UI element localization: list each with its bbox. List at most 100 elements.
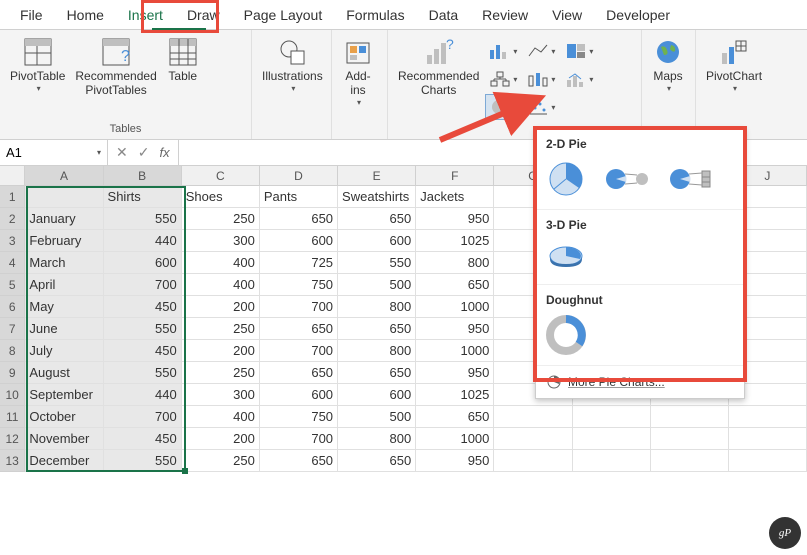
cell[interactable]: 1000 <box>416 428 494 450</box>
tab-formulas[interactable]: Formulas <box>334 2 416 29</box>
maps-button[interactable]: Maps ▾ <box>648 34 688 95</box>
statistic-chart-button[interactable]: ▾ <box>523 66 559 92</box>
cell[interactable] <box>729 428 807 450</box>
cell[interactable]: 650 <box>260 318 338 340</box>
tab-review[interactable]: Review <box>470 2 540 29</box>
cell[interactable] <box>729 406 807 428</box>
cell[interactable] <box>573 428 651 450</box>
cell[interactable]: 600 <box>104 252 182 274</box>
pie-2d-option[interactable] <box>546 159 586 199</box>
cell[interactable]: July <box>25 340 103 362</box>
cell[interactable]: 500 <box>338 274 416 296</box>
column-header[interactable]: F <box>416 166 494 186</box>
column-chart-button[interactable]: ▾ <box>485 38 521 64</box>
cell[interactable] <box>651 428 729 450</box>
cell[interactable]: 650 <box>338 208 416 230</box>
cell[interactable]: 800 <box>338 428 416 450</box>
cell[interactable]: 650 <box>416 406 494 428</box>
cell[interactable]: 700 <box>260 296 338 318</box>
cell[interactable]: 700 <box>104 274 182 296</box>
cell[interactable]: 550 <box>104 450 182 472</box>
cell[interactable]: Jackets <box>416 186 494 208</box>
column-header[interactable]: D <box>260 166 338 186</box>
cell[interactable]: April <box>25 274 103 296</box>
cell[interactable]: 600 <box>260 230 338 252</box>
cell[interactable]: 650 <box>338 318 416 340</box>
pie-3d-option[interactable] <box>546 240 586 274</box>
bar-of-pie-option[interactable] <box>668 161 714 197</box>
cell[interactable]: 1000 <box>416 296 494 318</box>
cell[interactable]: 550 <box>104 208 182 230</box>
cell[interactable]: 700 <box>260 428 338 450</box>
cell[interactable] <box>494 450 572 472</box>
row-header[interactable]: 2 <box>0 208 25 230</box>
cell[interactable]: 550 <box>104 318 182 340</box>
column-header[interactable]: C <box>182 166 260 186</box>
cell[interactable]: 200 <box>182 296 260 318</box>
recommended-charts-button[interactable]: ? Recommended Charts <box>394 34 483 100</box>
row-header[interactable]: 11 <box>0 406 25 428</box>
hierarchy-chart-button[interactable]: ▾ <box>485 66 521 92</box>
pivottable-button[interactable]: PivotTable ▾ <box>6 34 69 95</box>
cell[interactable]: January <box>25 208 103 230</box>
cell[interactable]: Sweatshirts <box>338 186 416 208</box>
column-header[interactable]: B <box>104 166 182 186</box>
fx-icon[interactable]: fx <box>159 145 169 160</box>
cell[interactable]: 450 <box>104 428 182 450</box>
cell[interactable]: 450 <box>104 296 182 318</box>
cell[interactable]: 700 <box>260 340 338 362</box>
cell[interactable]: 600 <box>338 230 416 252</box>
cell[interactable]: 725 <box>260 252 338 274</box>
cell[interactable]: 950 <box>416 450 494 472</box>
cell[interactable]: Shirts <box>104 186 182 208</box>
row-header[interactable]: 12 <box>0 428 25 450</box>
row-header[interactable]: 5 <box>0 274 25 296</box>
cell[interactable]: 300 <box>182 384 260 406</box>
chevron-down-icon[interactable]: ▾ <box>97 148 101 157</box>
row-header[interactable]: 7 <box>0 318 25 340</box>
cell[interactable]: 750 <box>260 406 338 428</box>
cell[interactable]: 700 <box>104 406 182 428</box>
row-header[interactable]: 4 <box>0 252 25 274</box>
cell[interactable]: 250 <box>182 318 260 340</box>
cell[interactable] <box>573 450 651 472</box>
treemap-chart-button[interactable]: ▾ <box>561 38 597 64</box>
cell[interactable] <box>729 450 807 472</box>
cell[interactable]: 450 <box>104 340 182 362</box>
cell[interactable]: 650 <box>260 450 338 472</box>
pie-chart-button[interactable]: ▾ <box>485 94 521 120</box>
name-box[interactable]: ▾ <box>0 140 108 165</box>
cell[interactable]: 250 <box>182 450 260 472</box>
table-button[interactable]: Table <box>163 34 203 86</box>
cell[interactable]: 550 <box>338 252 416 274</box>
cell[interactable]: June <box>25 318 103 340</box>
row-header[interactable]: 6 <box>0 296 25 318</box>
tab-view[interactable]: View <box>540 2 594 29</box>
cell[interactable]: May <box>25 296 103 318</box>
cell[interactable]: November <box>25 428 103 450</box>
tab-developer[interactable]: Developer <box>594 2 682 29</box>
name-box-input[interactable] <box>6 145 66 160</box>
cell[interactable] <box>573 406 651 428</box>
tab-draw[interactable]: Draw <box>175 2 232 29</box>
cell[interactable]: 950 <box>416 318 494 340</box>
cell[interactable]: March <box>25 252 103 274</box>
cell[interactable]: 250 <box>182 208 260 230</box>
cell[interactable]: 300 <box>182 230 260 252</box>
cell[interactable]: 1025 <box>416 384 494 406</box>
cell[interactable]: 800 <box>338 296 416 318</box>
row-header[interactable]: 1 <box>0 186 25 208</box>
cell[interactable]: 250 <box>182 362 260 384</box>
cell[interactable]: 650 <box>260 208 338 230</box>
tab-file[interactable]: File <box>8 2 55 29</box>
cell[interactable]: 440 <box>104 230 182 252</box>
pie-of-pie-option[interactable] <box>604 161 650 197</box>
doughnut-option[interactable] <box>546 315 586 355</box>
row-header[interactable]: 8 <box>0 340 25 362</box>
row-header[interactable]: 10 <box>0 384 25 406</box>
tab-page-layout[interactable]: Page Layout <box>232 2 335 29</box>
row-header[interactable]: 13 <box>0 450 25 472</box>
row-header[interactable]: 3 <box>0 230 25 252</box>
cell[interactable] <box>651 406 729 428</box>
cell[interactable]: September <box>25 384 103 406</box>
